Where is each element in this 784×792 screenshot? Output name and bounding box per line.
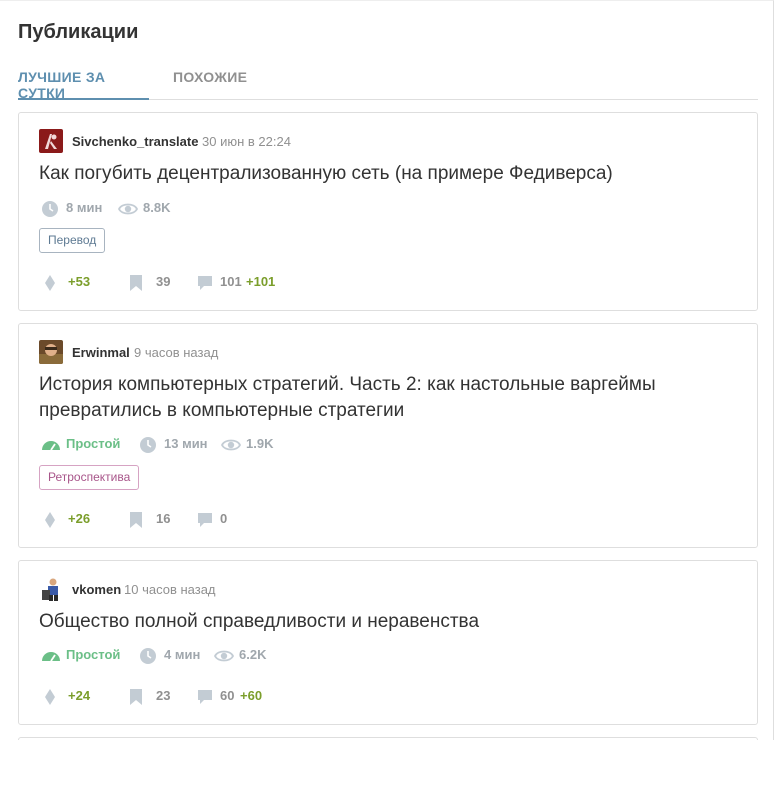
avatar[interactable] xyxy=(39,340,63,364)
post-footer: +24 23 60 +60 xyxy=(39,686,339,706)
post-tag[interactable]: Ретроспектива xyxy=(39,465,140,490)
comment-icon[interactable] xyxy=(196,511,214,529)
complexity-icon xyxy=(42,652,60,662)
publications-panel: Публикации ЛУЧШИЕ ЗА СУТКИ ПОХОЖИЕ Sivch… xyxy=(0,0,774,740)
vote-icon[interactable] xyxy=(44,688,56,706)
post-card: Erwinmal 9 часов назад История компьютер… xyxy=(18,323,758,548)
post-time: 9 часов назад xyxy=(134,345,219,360)
comment-icon[interactable] xyxy=(196,274,214,292)
clock-icon xyxy=(140,648,156,664)
bookmark-icon[interactable] xyxy=(129,688,143,706)
bookmark-icon[interactable] xyxy=(129,511,143,529)
post-tag[interactable]: Перевод xyxy=(39,228,106,253)
tabs: ЛУЧШИЕ ЗА СУТКИ ПОХОЖИЕ xyxy=(18,69,758,101)
clock-icon xyxy=(42,201,58,217)
tab-similar[interactable]: ПОХОЖИЕ xyxy=(173,69,253,100)
post-title[interactable]: История компьютерных стратегий. Часть 2:… xyxy=(39,372,739,424)
complexity-icon xyxy=(42,441,60,451)
avatar[interactable] xyxy=(39,129,63,153)
post-title[interactable]: Как погубить децентрализованную сеть (на… xyxy=(39,161,739,187)
avatar[interactable] xyxy=(39,577,63,601)
post-footer: +53 39 101 +101 xyxy=(39,272,339,292)
author-name[interactable]: Sivchenko_translate xyxy=(72,134,198,149)
vote-icon[interactable] xyxy=(44,274,56,292)
post-footer: +26 16 0 xyxy=(39,509,339,529)
tab-best-today[interactable]: ЛУЧШИЕ ЗА СУТКИ xyxy=(18,69,149,101)
post-card: vkomen 10 часов назад Общество полной сп… xyxy=(18,560,758,725)
bookmark-icon[interactable] xyxy=(129,274,143,292)
new-comments: +101 xyxy=(246,274,276,289)
post-card: Sivchenko_translate 30 июн в 22:24 Как п… xyxy=(18,112,758,311)
post-title[interactable]: Общество полной справедливости и неравен… xyxy=(39,609,739,635)
author-name[interactable]: vkomen xyxy=(72,582,121,597)
eye-icon xyxy=(118,203,138,215)
author-name[interactable]: Erwinmal xyxy=(72,345,130,360)
clock-icon xyxy=(140,437,156,453)
eye-icon xyxy=(214,650,234,662)
post-card-partial xyxy=(18,737,758,740)
eye-icon xyxy=(221,439,241,451)
comment-icon[interactable] xyxy=(196,688,214,706)
page-title: Публикации xyxy=(18,21,139,43)
new-comments: +60 xyxy=(240,688,263,703)
vote-icon[interactable] xyxy=(44,511,56,529)
post-time: 30 июн в 22:24 xyxy=(202,134,291,149)
post-time: 10 часов назад xyxy=(124,582,216,597)
